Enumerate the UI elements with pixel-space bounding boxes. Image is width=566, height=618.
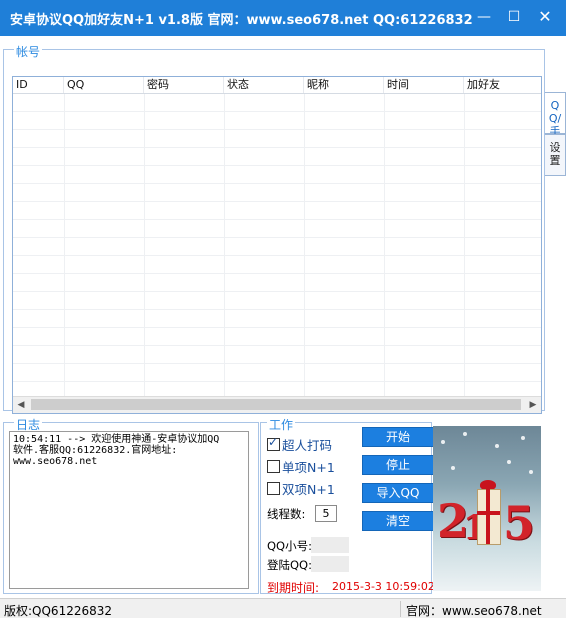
table-row[interactable]	[13, 184, 541, 202]
stop-button[interactable]: 停止	[362, 455, 434, 475]
table-row[interactable]	[13, 220, 541, 238]
column-header-password[interactable]: 密码	[144, 77, 224, 93]
table-row[interactable]	[13, 202, 541, 220]
table-row[interactable]	[13, 166, 541, 184]
expiry-label: 到期时间:	[267, 581, 320, 595]
table-row[interactable]	[13, 292, 541, 310]
single-n1-checkbox[interactable]: 单项N+1	[267, 457, 335, 476]
snowflake	[441, 440, 445, 444]
gift-ribbon	[486, 486, 490, 544]
website-text: 官网：www.seo678.net	[406, 604, 542, 618]
single-n1-label: 单项N+1	[282, 460, 335, 475]
tab-qq-phone[interactable]: QQ/手	[545, 92, 566, 138]
main-panel: QQ/手 设置 帐号 ID QQ 密码 状态 昵称 时间 加好友 ◀ ▶ 日志 …	[0, 36, 566, 598]
work-group-title: 工作	[267, 416, 296, 433]
table-body	[13, 94, 541, 400]
checkbox-icon	[267, 482, 280, 495]
snowflake	[529, 470, 533, 474]
snowflake	[495, 444, 499, 448]
accounts-table[interactable]: ID QQ 密码 状态 昵称 时间 加好友 ◀ ▶	[12, 76, 542, 414]
checkbox-checked-icon	[267, 435, 280, 451]
promo-image: 2 1 5	[433, 426, 541, 591]
title-bar[interactable]: 安卓协议QQ加好友N+1 v1.8版 官网：www.seo678.net QQ:…	[0, 0, 566, 36]
double-n1-checkbox[interactable]: 双项N+1	[267, 479, 335, 498]
snowflake	[507, 460, 511, 464]
scroll-thumb[interactable]	[31, 399, 521, 410]
horizontal-scrollbar[interactable]: ◀ ▶	[13, 396, 541, 413]
scroll-left-icon[interactable]: ◀	[13, 397, 29, 413]
log-textarea[interactable]: 10:54:11 --> 欢迎使用神通-安卓协议加QQ 软件.客服QQ:6122…	[9, 431, 249, 589]
status-bar: 版权:QQ61226832 官网：www.seo678.net	[0, 598, 566, 618]
qq-small-value	[311, 537, 349, 553]
column-header-status[interactable]: 状态	[224, 77, 304, 93]
column-header-add-friend[interactable]: 加好友	[464, 77, 541, 93]
column-header-qq[interactable]: QQ	[64, 77, 144, 93]
table-row[interactable]	[13, 364, 541, 382]
promo-digit: 5	[503, 496, 536, 550]
snowflake	[451, 466, 455, 470]
scroll-right-icon[interactable]: ▶	[525, 397, 541, 413]
qq-small-label: QQ小号:	[267, 539, 312, 553]
table-row[interactable]	[13, 346, 541, 364]
gift-ribbon	[477, 511, 500, 515]
table-row[interactable]	[13, 328, 541, 346]
table-row[interactable]	[13, 130, 541, 148]
copyright-text: 版权:QQ61226832	[4, 604, 113, 618]
column-header-time[interactable]: 时间	[384, 77, 464, 93]
accounts-group-title: 帐号	[14, 43, 43, 60]
accounts-group: 帐号 ID QQ 密码 状态 昵称 时间 加好友 ◀ ▶	[3, 43, 545, 414]
window-title: 安卓协议QQ加好友N+1 v1.8版 官网：www.seo678.net QQ:…	[10, 13, 473, 28]
start-button[interactable]: 开始	[362, 427, 434, 447]
column-header-id[interactable]: ID	[13, 77, 64, 93]
login-qq-label: 登陆QQ:	[267, 558, 312, 572]
close-button[interactable]: ✕	[531, 6, 559, 28]
tab-qq-phone-label: QQ/手	[548, 99, 562, 138]
maximize-button[interactable]: ☐	[500, 6, 528, 28]
checkbox-icon	[267, 460, 280, 473]
expiry-value: 2015-3-3 10:59:02	[332, 580, 435, 593]
threads-label: 线程数:	[267, 507, 306, 521]
table-header: ID QQ 密码 状态 昵称 时间 加好友	[13, 77, 541, 94]
status-divider	[400, 601, 401, 617]
table-row[interactable]	[13, 256, 541, 274]
table-row[interactable]	[13, 94, 541, 112]
table-row[interactable]	[13, 310, 541, 328]
threads-input[interactable]: 5	[315, 505, 337, 522]
table-row[interactable]	[13, 238, 541, 256]
table-row[interactable]	[13, 112, 541, 130]
log-group: 日志 10:54:11 --> 欢迎使用神通-安卓协议加QQ 软件.客服QQ:6…	[3, 416, 259, 594]
snowflake	[521, 436, 525, 440]
double-n1-label: 双项N+1	[282, 482, 335, 497]
captcha-solver-label: 超人打码	[282, 438, 333, 453]
work-group: 工作 超人打码 单项N+1 双项N+1 线程数: 5 QQ小号: 登陆QQ: 开…	[260, 416, 435, 595]
tab-settings[interactable]: 设置	[545, 134, 566, 176]
tab-settings-label: 设置	[549, 141, 561, 167]
captcha-solver-checkbox[interactable]: 超人打码	[267, 435, 332, 454]
login-qq-value	[311, 556, 349, 572]
table-row[interactable]	[13, 148, 541, 166]
snowflake	[463, 432, 467, 436]
minimize-button[interactable]: —	[470, 6, 498, 28]
app-window: 安卓协议QQ加好友N+1 v1.8版 官网：www.seo678.net QQ:…	[0, 0, 566, 618]
table-row[interactable]	[13, 274, 541, 292]
log-text: 10:54:11 --> 欢迎使用神通-安卓协议加QQ 软件.客服QQ:6122…	[13, 434, 220, 467]
column-header-nickname[interactable]: 昵称	[304, 77, 384, 93]
import-qq-button[interactable]: 导入QQ	[362, 483, 434, 503]
clear-button[interactable]: 清空	[362, 511, 434, 531]
